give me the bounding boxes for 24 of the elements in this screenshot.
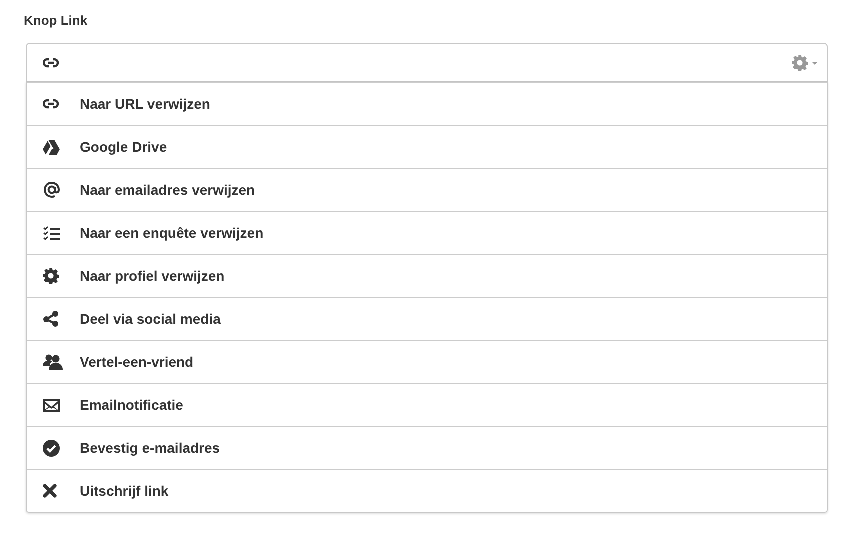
at-icon (43, 181, 61, 199)
menu-item[interactable]: Bevestig e-mailadres (27, 426, 827, 469)
link-icon (43, 99, 59, 109)
settings-icon[interactable] (792, 54, 818, 70)
field-label: Knop Link (24, 13, 89, 28)
check-circle-icon (43, 440, 60, 456)
menu-item[interactable]: Vertel-een-vriend (27, 340, 827, 383)
menu-item[interactable]: Naar URL verwijzen (27, 82, 827, 125)
close-icon (43, 484, 57, 498)
menu-item[interactable]: Naar profiel verwijzen (27, 254, 827, 297)
link-icon (43, 58, 59, 68)
gear-icon (43, 268, 59, 284)
share-icon (43, 311, 59, 327)
menu-item[interactable]: Naar emailadres verwijzen (27, 168, 827, 211)
menu-item[interactable]: Google Drive (27, 125, 827, 168)
menu-item[interactable]: Uitschrijf link (27, 469, 827, 512)
menu-item[interactable]: Deel via social media (27, 297, 827, 340)
users-icon (43, 354, 64, 370)
envelope-icon (43, 398, 60, 412)
menu-item[interactable]: Naar een enquête verwijzen (27, 211, 827, 254)
link-select-field[interactable] (26, 43, 828, 82)
checklist-icon (43, 226, 60, 240)
menu-item[interactable]: Emailnotificatie (27, 383, 827, 426)
triangle-icon (43, 140, 60, 154)
